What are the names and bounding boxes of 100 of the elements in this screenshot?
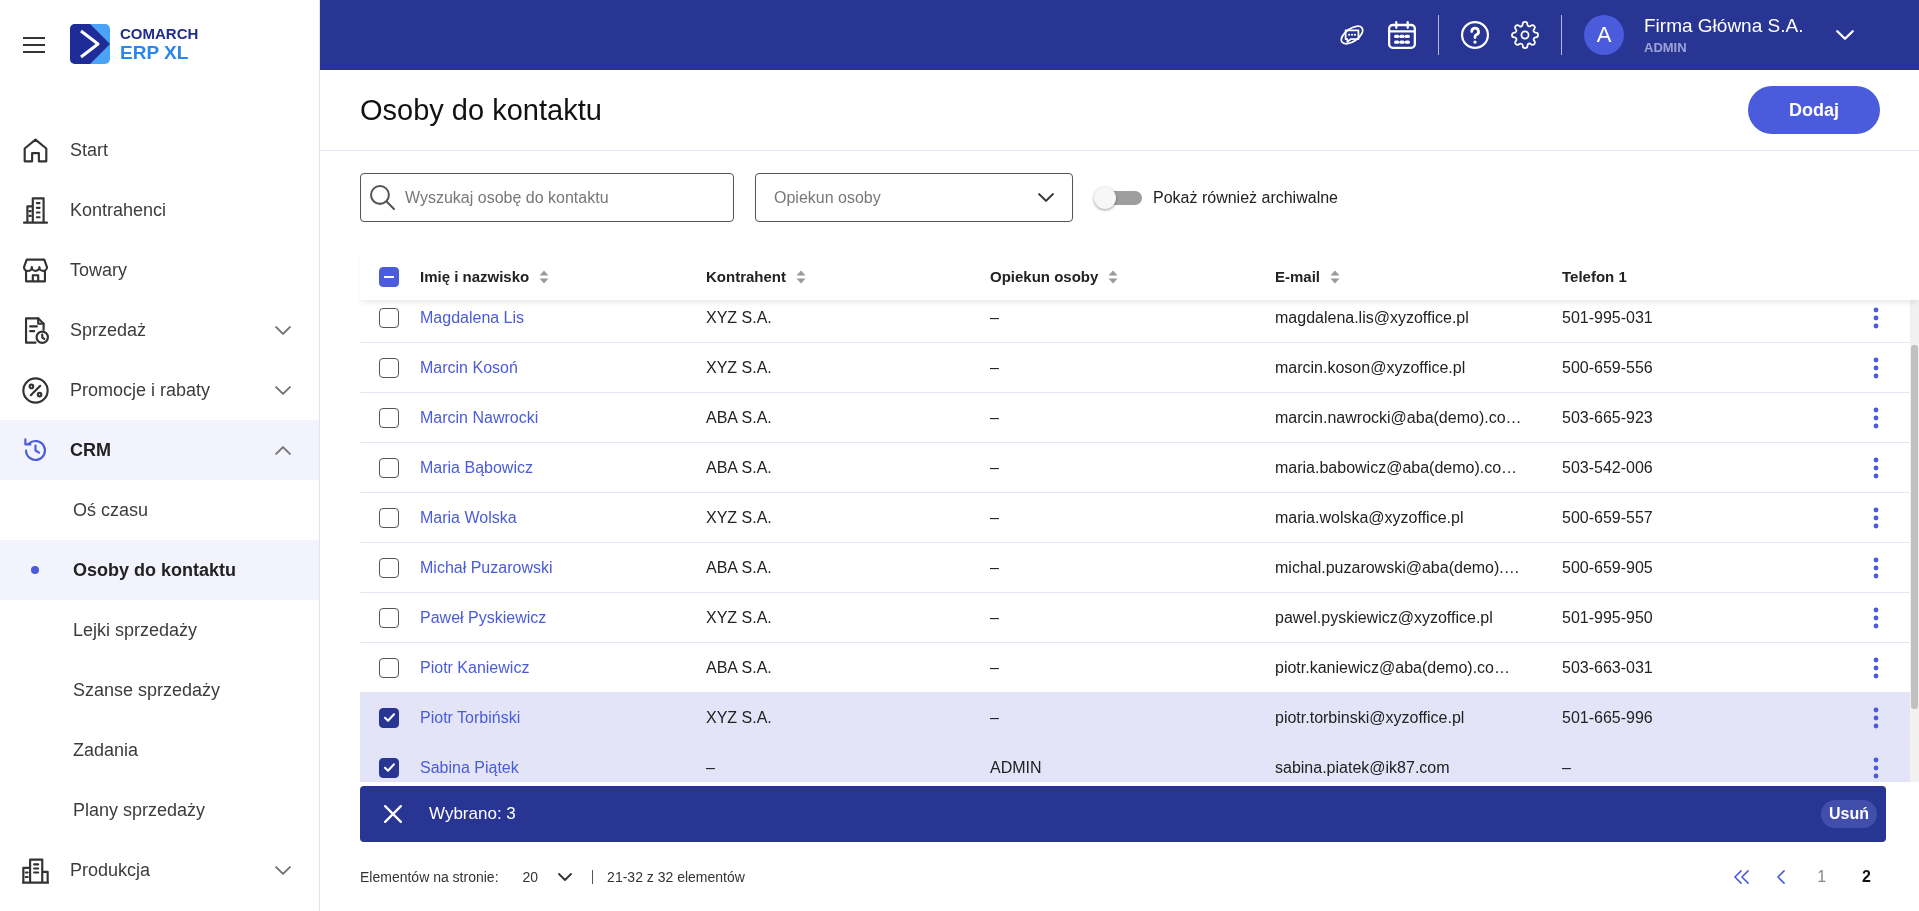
checkbox[interactable] <box>379 307 399 328</box>
more-options-icon[interactable] <box>1873 356 1879 379</box>
close-icon[interactable] <box>384 805 402 823</box>
sidebar-item[interactable]: Towary <box>0 240 319 300</box>
checkbox[interactable] <box>379 507 399 528</box>
table-cell: XYZ S.A. <box>706 708 772 727</box>
more-options-icon[interactable] <box>1873 656 1879 679</box>
contact-name-link[interactable]: Piotr Kaniewicz <box>420 658 530 677</box>
calendar-icon[interactable] <box>1388 21 1416 49</box>
more-options-icon[interactable] <box>1873 556 1879 579</box>
previous-page-icon[interactable] <box>1777 869 1786 884</box>
page-size-select[interactable]: 20 <box>522 868 573 885</box>
chevron-down-icon[interactable] <box>275 865 291 875</box>
factory-icon <box>22 856 49 884</box>
sidebar-subitem[interactable]: Zadania <box>0 720 319 780</box>
toggle-label: Pokaż również archiwalne <box>1153 188 1338 207</box>
checkbox[interactable] <box>379 266 399 287</box>
sidebar-subitem[interactable]: Szanse sprzedaży <box>0 660 319 720</box>
sidebar-item[interactable]: CRM <box>0 420 319 480</box>
toggle-switch[interactable] <box>1094 186 1142 209</box>
chevron-up-icon[interactable] <box>275 445 291 455</box>
page-size-label: Elementów na stronie: <box>360 868 499 885</box>
more-options-icon[interactable] <box>1873 406 1879 429</box>
contact-name-link[interactable]: Maria Wolska <box>420 508 517 527</box>
first-page-icon[interactable] <box>1734 869 1750 884</box>
checkbox[interactable] <box>379 757 399 778</box>
chevron-down-icon[interactable] <box>275 325 291 335</box>
more-options-icon[interactable] <box>1873 706 1879 729</box>
help-icon[interactable] <box>1461 21 1489 49</box>
table-cell: piotr.kaniewicz@aba(demo).co… <box>1275 658 1510 677</box>
avatar[interactable]: A <box>1584 15 1624 55</box>
scrollbar-thumb[interactable] <box>1911 345 1918 709</box>
checkbox[interactable] <box>379 707 399 728</box>
table-cell: 503-663-031 <box>1562 658 1653 677</box>
table-cell: ADMIN <box>990 758 1042 777</box>
chevron-down-icon[interactable] <box>275 385 291 395</box>
caretaker-select[interactable]: Opiekun osoby <box>755 173 1073 222</box>
percent-icon <box>22 376 49 404</box>
more-options-icon[interactable] <box>1873 456 1879 479</box>
column-header[interactable]: Imię i nazwisko <box>420 268 530 285</box>
contact-name-link[interactable]: Maria Bąbowicz <box>420 458 533 477</box>
search-icon <box>370 185 395 210</box>
menu-icon[interactable] <box>22 36 46 54</box>
contact-name-link[interactable]: Sabina Piątek <box>420 758 519 777</box>
column-header[interactable]: E-mail <box>1275 268 1320 285</box>
sidebar-item[interactable]: Start <box>0 120 319 180</box>
delete-button[interactable]: Usuń <box>1821 800 1877 828</box>
table-cell: maria.wolska@xyzoffice.pl <box>1275 508 1464 527</box>
add-button[interactable]: Dodaj <box>1748 86 1880 134</box>
more-options-icon[interactable] <box>1873 756 1879 779</box>
search-field[interactable]: Wyszukaj osobę do kontaktu <box>360 173 734 222</box>
table-cell: – <box>1562 758 1571 777</box>
sort-icon[interactable] <box>1108 269 1119 284</box>
page-button[interactable]: 1 <box>1813 867 1831 886</box>
contact-name-link[interactable]: Magdalena Lis <box>420 308 525 327</box>
range-text: 21-32 z 32 elementów <box>607 868 745 885</box>
checkmark-icon <box>383 713 395 722</box>
table-cell: magdalena.lis@xyzoffice.pl <box>1275 308 1469 327</box>
table-cell: sabina.piatek@ik87.com <box>1275 758 1450 777</box>
table-cell: – <box>990 408 999 427</box>
table-cell: michal.puzarowski@aba(demo).… <box>1275 558 1520 577</box>
more-options-icon[interactable] <box>1873 506 1879 529</box>
sidebar-item[interactable]: Kontrahenci <box>0 180 319 240</box>
contact-name-link[interactable]: Paweł Pyskiewicz <box>420 608 547 627</box>
table-cell: 501-665-996 <box>1562 708 1653 727</box>
sidebar-subitem[interactable]: Oś czasu <box>0 480 319 540</box>
checkbox[interactable] <box>379 607 399 628</box>
column-header[interactable]: Kontrahent <box>706 268 786 285</box>
page-button[interactable]: 2 <box>1858 867 1875 886</box>
sort-icon[interactable] <box>796 269 806 284</box>
sort-icon[interactable] <box>1330 269 1340 284</box>
checkbox[interactable] <box>379 657 399 678</box>
table-cell: 500-659-557 <box>1562 508 1653 527</box>
table-cell: ABA S.A. <box>706 558 772 577</box>
contact-name-link[interactable]: Marcin Nawrocki <box>420 408 539 427</box>
sidebar-item[interactable]: Promocje i rabaty <box>0 360 319 420</box>
more-options-icon[interactable] <box>1873 306 1879 329</box>
more-options-icon[interactable] <box>1873 606 1879 629</box>
sidebar-item[interactable]: Sprzedaż <box>0 300 319 360</box>
checkbox[interactable] <box>379 557 399 578</box>
sidebar-subitem[interactable]: Osoby do kontaktu <box>0 540 319 600</box>
checkbox[interactable] <box>379 407 399 428</box>
settings-icon[interactable] <box>1511 21 1539 49</box>
contact-name-link[interactable]: Marcin Kosoń <box>420 358 518 377</box>
contact-name-link[interactable]: Michał Puzarowski <box>420 558 553 577</box>
sidebar-subitem[interactable]: Plany sprzedaży <box>0 780 319 840</box>
sort-icon[interactable] <box>539 269 550 284</box>
table-cell: marcin.nawrocki@aba(demo).co… <box>1275 408 1522 427</box>
selection-count: Wybrano: 3 <box>429 804 516 824</box>
column-header[interactable]: Telefon 1 <box>1562 268 1627 285</box>
sidebar-item[interactable]: Produkcja <box>0 840 319 900</box>
checkmark-icon <box>383 763 395 772</box>
checkbox[interactable] <box>379 457 399 478</box>
table-cell: 503-665-923 <box>1562 408 1653 427</box>
contact-name-link[interactable]: Piotr Torbiński <box>420 708 521 727</box>
checkbox[interactable] <box>379 357 399 378</box>
column-header[interactable]: Opiekun osoby <box>990 268 1099 285</box>
brand-name: COMARCH <box>120 25 199 42</box>
table-cell: XYZ S.A. <box>706 358 772 377</box>
sidebar-subitem[interactable]: Lejki sprzedaży <box>0 600 319 660</box>
